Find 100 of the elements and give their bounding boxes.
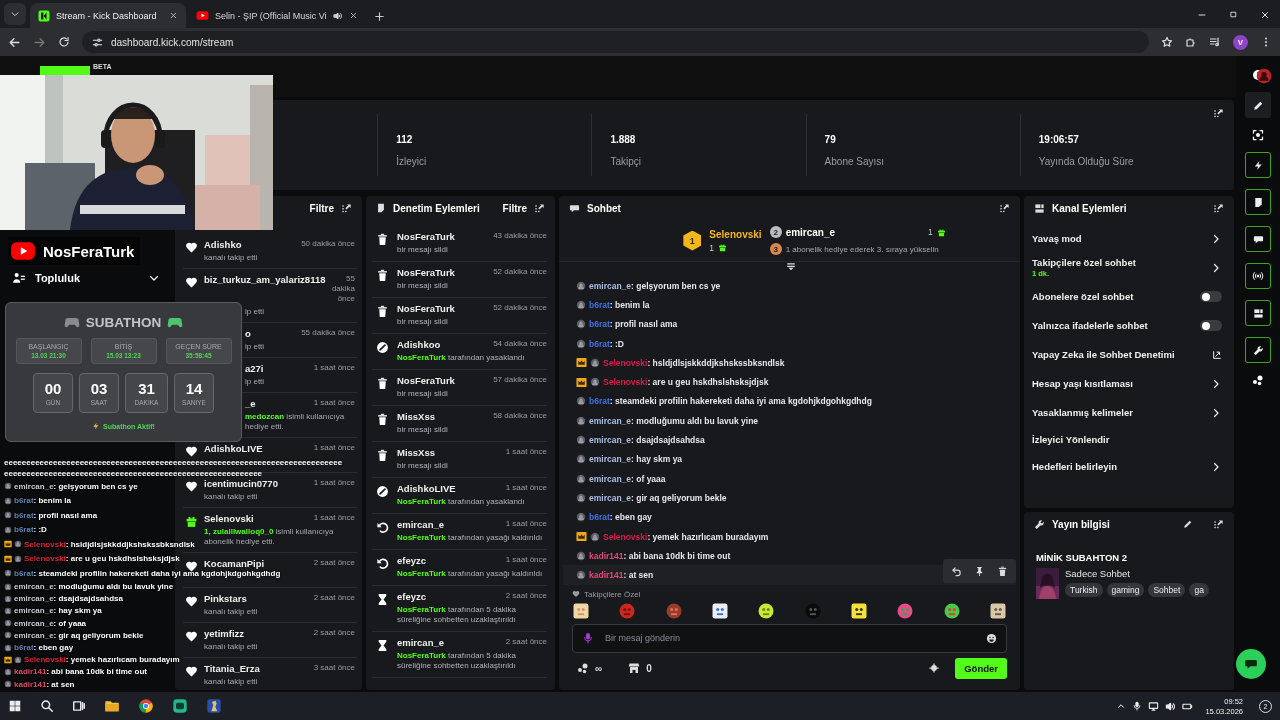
channel-action[interactable]: Yalnızca ifadelerle sohbet <box>1032 320 1194 331</box>
app-icon[interactable] <box>172 698 188 714</box>
close-icon[interactable] <box>1260 10 1270 20</box>
channel-action[interactable]: Takipçilere özel sohbet <box>1032 257 1204 268</box>
activity-user: Selenovski <box>204 513 254 524</box>
tag-chip[interactable]: gaming <box>1106 583 1145 597</box>
channel-action[interactable]: Yavaş mod <box>1032 233 1204 244</box>
undo-icon[interactable] <box>951 565 962 577</box>
popout-icon[interactable] <box>341 202 352 214</box>
windows-icon[interactable] <box>8 699 22 713</box>
emoji-icon[interactable] <box>986 632 997 644</box>
network-icon[interactable] <box>1148 700 1160 712</box>
tag-chip[interactable]: Turkish <box>1065 583 1103 597</box>
category[interactable]: Sadece Sohbet <box>1065 568 1209 579</box>
channel-action[interactable]: Yasaklanmış kelimeler <box>1032 407 1204 418</box>
popout-icon[interactable] <box>1213 202 1224 214</box>
bookmark-star-icon[interactable] <box>1161 36 1173 48</box>
overlay-chat-message: emircan_e: gelşyorum ben cs ye <box>14 481 138 491</box>
channel-action[interactable]: Yapay Zeka ile Sohbet Denetimi <box>1032 349 1206 360</box>
avatar-icon <box>4 569 12 578</box>
folder-icon[interactable] <box>104 698 120 714</box>
quick-action-button[interactable] <box>1245 152 1271 178</box>
community-label[interactable]: Topluluk <box>35 272 80 284</box>
close-icon[interactable] <box>169 11 178 20</box>
emote-icon[interactable] <box>988 601 1007 620</box>
stat-value: 112 <box>396 134 414 145</box>
filter-button[interactable]: Filtre <box>502 202 527 214</box>
tag-chip[interactable]: Sohbet <box>1148 583 1186 597</box>
quick-action-button[interactable] <box>1245 300 1271 326</box>
avatar-icon <box>576 338 586 349</box>
focus-icon[interactable] <box>1252 129 1264 141</box>
channel-action[interactable]: İzleyici Yönlendir <box>1032 434 1222 445</box>
dots-icon[interactable] <box>1252 374 1264 386</box>
external-link-icon[interactable] <box>1212 349 1222 360</box>
close-icon[interactable] <box>348 11 358 20</box>
emote-icon[interactable] <box>942 601 961 620</box>
settings-icon[interactable] <box>929 663 940 674</box>
browser-tab[interactable]: Stream - Kick Dashboard <box>30 3 186 28</box>
maximize-icon[interactable] <box>1229 10 1238 19</box>
collapse-icon[interactable] <box>785 262 796 272</box>
emote-icon[interactable] <box>849 601 868 620</box>
popout-icon[interactable] <box>1213 108 1224 119</box>
speaker-icon[interactable] <box>1165 700 1177 712</box>
store-icon[interactable] <box>628 662 641 675</box>
emote-icon[interactable] <box>572 601 590 620</box>
edit-button[interactable] <box>1245 92 1271 118</box>
activity-user: KocamanPipi <box>204 558 265 569</box>
address-field[interactable]: dashboard.kick.com/stream <box>82 31 1149 53</box>
channel-action[interactable]: Hedefleri belirleyin <box>1032 461 1204 472</box>
caret-up-icon[interactable] <box>1116 701 1127 711</box>
moderation-user: NosFeraTurk <box>397 303 455 314</box>
extension-icon[interactable] <box>1185 36 1197 48</box>
send-button[interactable]: Gönder <box>955 657 1007 679</box>
search-icon[interactable] <box>40 699 54 713</box>
channel-action[interactable]: Abonelere özel sohbet <box>1032 291 1194 302</box>
moderation-detail: NosFeraTurk tarafından yasaklandı <box>397 497 526 507</box>
avatar-icon <box>4 631 12 640</box>
back-icon[interactable] <box>8 35 21 49</box>
tab-search-button[interactable] <box>4 3 26 25</box>
speaker-icon <box>332 10 343 21</box>
crown-icon <box>576 376 587 388</box>
browser-icon[interactable] <box>138 698 154 714</box>
panel-title: Denetim Eylemleri <box>393 202 480 214</box>
profile-avatar[interactable]: V <box>1233 34 1248 50</box>
new-tab-icon[interactable] <box>373 11 385 22</box>
filter-button[interactable]: Filtre <box>309 202 334 214</box>
popout-icon[interactable] <box>534 202 545 214</box>
overlay-chat-message: Selenovski: hsldjdlsjskkddjkshskssbksndlsk <box>24 539 195 549</box>
channel-action[interactable]: Hesap yaşı kısıtlaması <box>1032 378 1204 389</box>
moderation-detail: NosFeraTurk tarafından yasağı kaldırıldı <box>397 533 544 543</box>
quick-action-button[interactable] <box>1245 189 1271 215</box>
popout-icon[interactable] <box>999 202 1010 214</box>
trash-icon[interactable] <box>997 565 1008 577</box>
reload-icon[interactable] <box>58 36 70 48</box>
microphone-icon[interactable] <box>1132 701 1143 711</box>
quick-action-button[interactable] <box>1245 263 1271 289</box>
overlay-chat-message: eeeeeeeeeeeeeeeeeeeeeeeeeeeeeeeeeeeeeeeeeeeeeeeeeeeeeeeeeeeeeeeeeeeeeeeeeeeeeeeeeeeeeeeeeeeeeeeeeeeeeeeeeeeeeeeeeeeeeeeeeeeeeeeeeeeeee <box>4 457 344 479</box>
quick-action-button[interactable] <box>1245 337 1271 363</box>
help-button[interactable] <box>1236 649 1266 679</box>
message-field[interactable]: Bir mesaj gönderin <box>572 623 1007 653</box>
avatar-icon[interactable] <box>1256 68 1272 84</box>
points-value: ∞ <box>595 662 603 674</box>
popout-icon[interactable] <box>1213 518 1224 530</box>
emote-icon[interactable] <box>896 601 915 620</box>
chat-message: emircan_e: gelşyorum ben cs ye <box>589 280 721 291</box>
media-icon[interactable] <box>1209 36 1221 48</box>
moderation-time: 52 dakika önce <box>492 303 547 313</box>
gift-icon <box>185 515 198 528</box>
quick-action-button[interactable] <box>1245 226 1271 252</box>
toggle-switch[interactable] <box>1200 291 1222 302</box>
toggle-switch[interactable] <box>1200 320 1222 331</box>
pin-icon[interactable] <box>974 565 985 577</box>
edit-icon[interactable] <box>1183 519 1193 529</box>
task-view-icon[interactable] <box>72 699 86 713</box>
tag-chip[interactable]: ga <box>1189 583 1209 597</box>
emote-icon[interactable] <box>711 601 729 620</box>
browser-tab[interactable]: Selin - ŞIP (Official Music Vi <box>188 3 366 28</box>
youtube-icon <box>196 9 209 22</box>
app-icon[interactable] <box>206 698 222 714</box>
forward-icon[interactable] <box>33 35 46 49</box>
